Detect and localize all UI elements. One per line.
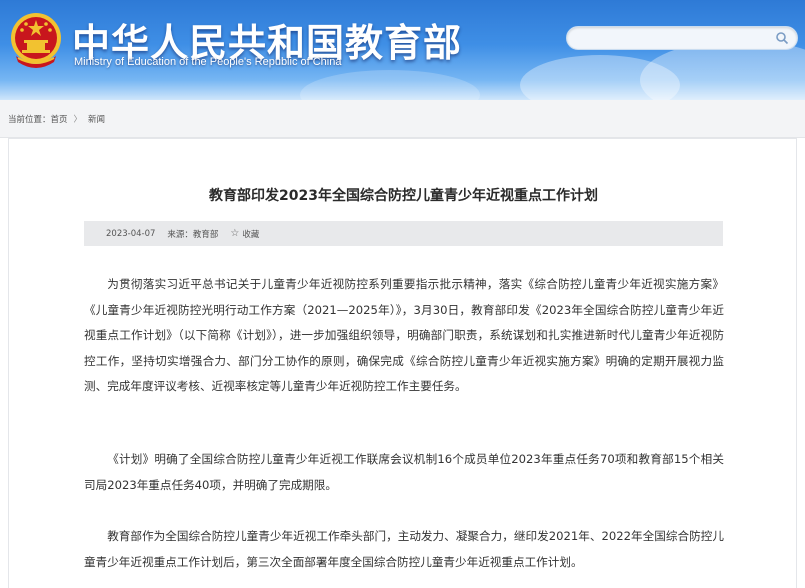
article-title: 教育部印发2023年全国综合防控儿童青少年近视重点工作计划 [209,188,598,204]
article-date: 2023-04-07 [106,228,156,239]
favorite-label: 收藏 [242,229,260,240]
breadcrumb-news-link[interactable]: 新闻 [88,113,105,125]
star-icon: ☆ [230,228,240,239]
breadcrumb-prefix: 当前位置： [8,114,51,125]
site-title-en: Ministry of Education of the People's Re… [74,56,342,68]
article-panel: 教育部印发2023年全国综合防控儿童青少年近视重点工作计划 2023-04-07… [8,138,797,588]
article-paragraph: 教育部作为全国综合防控儿童青少年近视工作牵头部门，主动发力、凝聚合力，继印发20… [84,529,724,569]
site-header: 中华人民共和国教育部 Ministry of Education of the … [0,0,805,100]
breadcrumb: 当前位置： 首页 〉 新闻 [0,100,805,138]
national-emblem-logo[interactable] [8,10,64,72]
favorite-button[interactable]: ☆ 收藏 [230,228,271,240]
search-icon[interactable] [775,31,789,45]
search-bar [566,26,798,50]
article-meta-bar: 2023-04-07 来源：教育部 ☆ 收藏 [84,221,723,246]
article-paragraph: 《计划》明确了全国综合防控儿童青少年近视工作联席会议机制16个成员单位2023年… [84,452,724,492]
article-paragraph: 为贯彻落实习近平总书记关于儿童青少年近视防控系列重要指示批示精神，落实《综合防控… [84,277,724,393]
cloud-decoration [300,70,480,100]
article-source: 来源：教育部 [167,229,219,240]
breadcrumb-separator: 〉 [73,114,83,125]
search-input[interactable] [575,31,775,45]
breadcrumb-home-link[interactable]: 首页 [51,113,68,125]
